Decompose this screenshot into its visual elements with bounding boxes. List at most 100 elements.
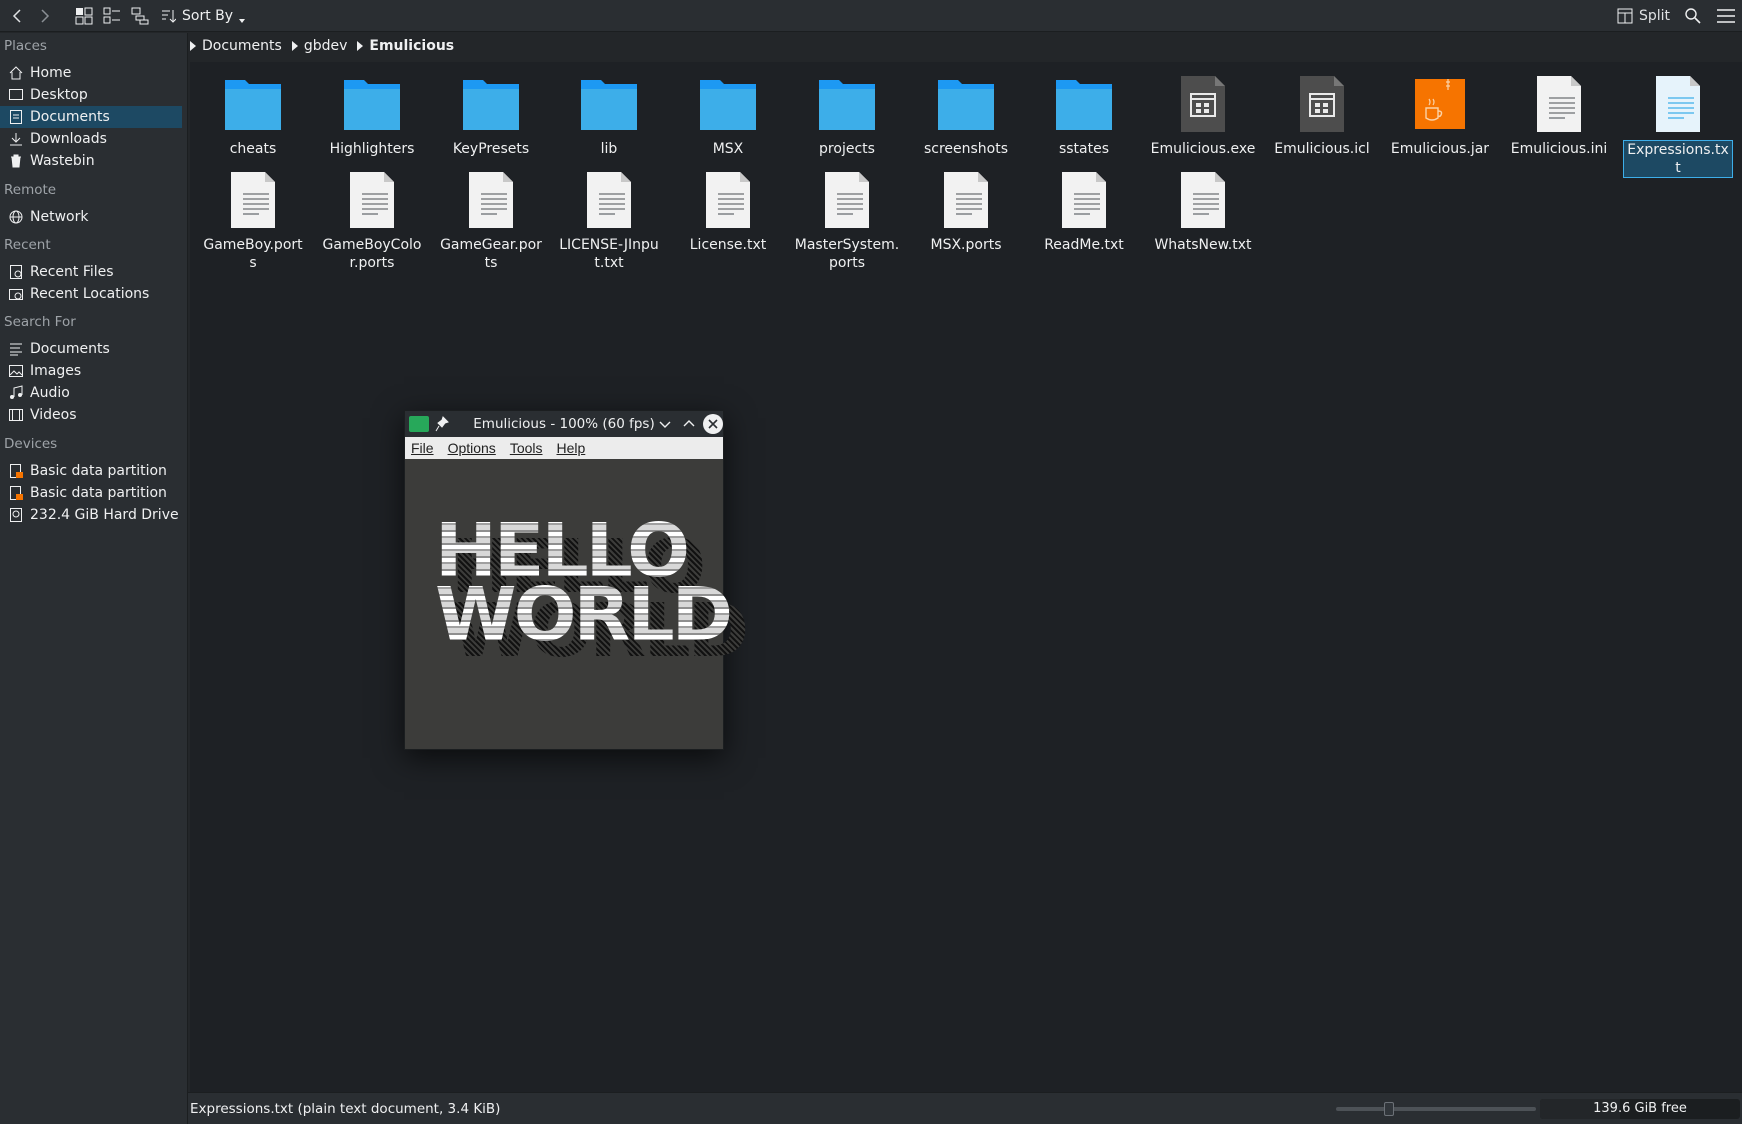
close-icon: [708, 419, 718, 429]
sidebar-item-documents[interactable]: Documents: [0, 106, 182, 128]
file-name-label: Emulicious.exe: [1150, 141, 1256, 157]
file-item-mastersystem-ports[interactable]: MasterSystem.ports: [789, 168, 905, 272]
folder-item-projects[interactable]: projects: [789, 72, 905, 158]
sidebar-item-home[interactable]: Home: [0, 62, 182, 84]
folder-item-cheats[interactable]: cheats: [195, 72, 311, 158]
sidebar-item-wastebin[interactable]: Wastebin: [0, 150, 182, 172]
hard-drive-icon: [10, 508, 22, 522]
file-item-emulicious-exe[interactable]: Emulicious.exe: [1145, 72, 1261, 158]
file-icon-wrapper: [815, 72, 879, 136]
file-icon-wrapper: [1646, 72, 1710, 136]
breadcrumb-documents[interactable]: Documents: [190, 38, 282, 54]
folder-item-screenshots[interactable]: screenshots: [908, 72, 1024, 158]
sidebar-item-label: Wastebin: [30, 153, 95, 169]
downloads-icon: [10, 133, 22, 146]
file-item-gameboycolor-ports[interactable]: GameBoyColor.ports: [314, 168, 430, 272]
breadcrumb-arrow-icon: [357, 41, 364, 51]
executable-file-icon: [1300, 76, 1344, 132]
audio-icon: [10, 385, 23, 399]
sidebar-item-desktop[interactable]: Desktop: [0, 84, 182, 106]
folder-item-highlighters[interactable]: Highlighters: [314, 72, 430, 158]
file-icon-wrapper: [934, 168, 998, 232]
folder-item-keypresets[interactable]: KeyPresets: [433, 72, 549, 158]
file-icon-wrapper: [1171, 72, 1235, 136]
sidebar-item-label: Recent Locations: [30, 286, 150, 302]
file-item-gameboy-ports[interactable]: GameBoy.ports: [195, 168, 311, 272]
file-item-gamegear-ports[interactable]: GameGear.ports: [433, 168, 549, 272]
sidebar-item-audio-search[interactable]: Audio: [0, 382, 182, 404]
forward-button[interactable]: [32, 2, 56, 30]
sidebar-item-downloads[interactable]: Downloads: [0, 128, 182, 150]
folder-item-sstates[interactable]: sstates: [1026, 72, 1142, 158]
sidebar-item-recent-locations[interactable]: Recent Locations: [0, 283, 182, 305]
file-item-license-txt[interactable]: License.txt: [670, 168, 786, 254]
emulicious-window[interactable]: Emulicious - 100% (60 fps) File Options …: [404, 410, 749, 750]
sidebar-item-232-4-gib-hard-drive[interactable]: 232.4 GiB Hard Drive: [0, 504, 182, 526]
breadcrumb-emulicious[interactable]: Emulicious: [357, 38, 454, 54]
free-space-text: 139.6 GiB free: [1593, 1101, 1687, 1116]
sidebar-item-basic-data-partition[interactable]: Basic data partition: [0, 482, 182, 504]
folder-item-lib[interactable]: lib: [551, 72, 667, 158]
icons-view-button[interactable]: [70, 2, 98, 30]
recent-files-icon: [10, 265, 22, 279]
text-file-icon: [587, 172, 631, 228]
file-icon-wrapper: [1290, 72, 1354, 136]
emulicious-titlebar[interactable]: Emulicious - 100% (60 fps): [405, 411, 723, 437]
details-view-button[interactable]: [126, 2, 154, 30]
file-icon-wrapper: [934, 72, 998, 136]
menu-tools[interactable]: Tools: [510, 440, 543, 456]
zoom-slider-handle[interactable]: [1383, 1102, 1394, 1116]
sidebar-item-network[interactable]: Network: [0, 206, 182, 228]
file-item-emulicious-jar[interactable]: Emulicious.jar: [1382, 72, 1498, 158]
file-item-readme-txt[interactable]: ReadMe.txt: [1026, 168, 1142, 254]
file-icon-wrapper: [696, 168, 760, 232]
text-file-icon: [825, 172, 869, 228]
file-item-expressions-txt[interactable]: Expressions.txt: [1620, 72, 1736, 178]
sort-icon: [162, 9, 176, 23]
file-item-license-jinput-txt[interactable]: LICENSE-JInput.txt: [551, 168, 667, 272]
file-item-whatsnew-txt[interactable]: WhatsNew.txt: [1145, 168, 1261, 254]
menu-button[interactable]: [1716, 2, 1736, 30]
sidebar-item-label: Recent Files: [30, 264, 114, 280]
folder-item-msx[interactable]: MSX: [670, 72, 786, 158]
zoom-slider[interactable]: [1336, 1102, 1536, 1116]
close-button[interactable]: [703, 414, 723, 434]
folder-icon: [344, 80, 400, 130]
sidebar-item-recent-files[interactable]: Recent Files: [0, 261, 182, 283]
back-button[interactable]: [6, 2, 30, 30]
search-icon: [1685, 8, 1701, 24]
text-file-icon: [1062, 172, 1106, 228]
network-icon: [9, 210, 23, 224]
documents-icon: [10, 110, 22, 124]
split-button[interactable]: Split: [1617, 2, 1670, 30]
breadcrumb-gbdev[interactable]: gbdev: [291, 38, 347, 54]
documents-search-icon: [10, 343, 22, 356]
sidebar-item-images-search[interactable]: Images: [0, 360, 182, 382]
file-item-emulicious-ini[interactable]: Emulicious.ini: [1501, 72, 1617, 158]
folder-icon: [225, 80, 281, 130]
emulator-screen[interactable]: HELLO WORLD HELLO WORLD: [405, 459, 749, 749]
minimize-button[interactable]: [655, 414, 675, 434]
menu-help[interactable]: Help: [557, 440, 586, 456]
file-name-label: License.txt: [689, 237, 767, 253]
sidebar-item-videos-search[interactable]: Videos: [0, 404, 182, 426]
split-view-icon: [1617, 8, 1633, 24]
folder-icon: [938, 80, 994, 130]
executable-file-icon: [1181, 76, 1225, 132]
sort-by-button[interactable]: Sort By: [160, 2, 246, 30]
sidebar-item-basic-data-partition[interactable]: Basic data partition: [0, 460, 182, 482]
menu-options[interactable]: Options: [448, 440, 496, 456]
file-name-label: MasterSystem.ports: [794, 237, 900, 271]
sidebar-item-documents-search[interactable]: Documents: [0, 338, 182, 360]
sidebar-item-label: Images: [30, 363, 82, 379]
file-icon-wrapper: [577, 72, 641, 136]
images-icon: [9, 365, 23, 377]
split-label: Split: [1638, 8, 1670, 24]
details-view-icon: [131, 7, 149, 24]
maximize-button[interactable]: [679, 414, 699, 434]
compact-view-button[interactable]: [98, 2, 126, 30]
file-item-emulicious-icl[interactable]: Emulicious.icl: [1264, 72, 1380, 158]
search-button[interactable]: [1684, 2, 1702, 30]
file-item-msx-ports[interactable]: MSX.ports: [908, 168, 1024, 254]
menu-file[interactable]: File: [411, 440, 434, 456]
